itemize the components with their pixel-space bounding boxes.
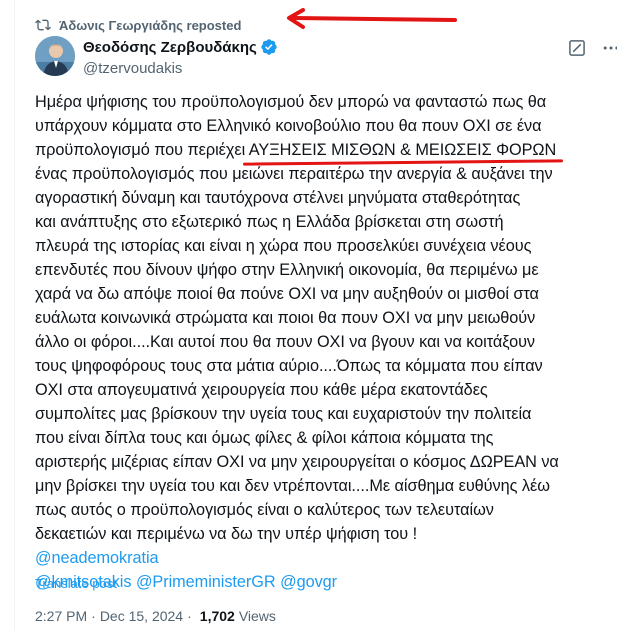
translate-post-link[interactable]: Translate post bbox=[35, 576, 117, 591]
author-name[interactable]: Θεοδόσης Ζερβουδάκης bbox=[83, 39, 257, 56]
post-text-line: πως αυτός ο προϋπολογισμός είναι ο καλύτ… bbox=[35, 501, 494, 519]
post-text-line: ένας προϋπολογισμός που μειώνει περαιτέρ… bbox=[35, 165, 553, 183]
views-label: Views bbox=[238, 608, 276, 624]
repost-icon bbox=[35, 19, 51, 31]
post-text-line: αριστερής μιζέριας είπαν ΟΧΙ να μην χειρ… bbox=[35, 453, 559, 471]
post-text: Ημέρα ψήφισης του προϋπολογισμού δεν μπο… bbox=[35, 90, 605, 594]
post-text-line: δεκαετιών και περιμένω να δω την υπέρ ψή… bbox=[35, 525, 418, 543]
more-options-icon[interactable] bbox=[601, 38, 617, 58]
post-text-line: ευάλωτα κοινωνικά στρώματα και ποιοι θα … bbox=[35, 309, 536, 327]
grok-icon[interactable] bbox=[567, 38, 587, 58]
post-metadata: 2:27 PM · Dec 15, 2024 · 1,702 Views bbox=[35, 608, 276, 624]
post-text-line: που είναι δίπλα τους και όμως φίλες & φί… bbox=[35, 429, 494, 447]
repost-label[interactable]: Άδωνις Γεωργιάδης reposted bbox=[59, 18, 241, 33]
post-text-line: @kmitsotakis @PrimeministerGR @govgr bbox=[35, 570, 605, 594]
post-date[interactable]: Dec 15, 2024 bbox=[100, 608, 183, 624]
verified-badge-icon[interactable] bbox=[260, 38, 278, 56]
post-text-line: μην βρίσκει την υγεία του και δεν ντρέπο… bbox=[35, 477, 550, 495]
post-card[interactable]: Άδωνις Γεωργιάδης reposted Θεοδόσης Ζερβ… bbox=[14, 0, 617, 630]
underlined-highlight: ΑΥΞΗΣΕΙΣ ΜΙΣΘΩΝ & ΜΕΙΩΣΕΙΣ ΦΟΡΩΝ bbox=[248, 141, 557, 159]
post-text-line: χαρά να δω απόψε ποιοί θα πούνε ΟΧΙ να μ… bbox=[35, 285, 539, 303]
avatar-photo bbox=[35, 36, 75, 76]
mention-link[interactable]: @neademokratia bbox=[35, 549, 159, 567]
meta-separator: · bbox=[91, 608, 96, 624]
post-text-line: αγοραστική δύναμη και ταυτόχρονα στέλνει… bbox=[35, 189, 521, 207]
post-text-line: προϋπολογισμό που περιέχει ΑΥΞΗΣΕΙΣ ΜΙΣΘ… bbox=[35, 138, 605, 162]
mention-link[interactable]: @govgr bbox=[280, 573, 337, 591]
post-text-line: @neademokratia bbox=[35, 546, 605, 570]
post-text-line: συμπολίτες μας βρίσκουν την υγεία τους κ… bbox=[35, 405, 532, 423]
post-text-line: ΟΧΙ στα απογευματινά χειρουργεία που κάθ… bbox=[35, 381, 488, 399]
post-text-fragment: προϋπολογισμό που περιέχει bbox=[35, 141, 249, 159]
post-text-line: τους ψηφοφόρους τους στα μάτια αύριο....… bbox=[35, 357, 543, 375]
meta-separator: · bbox=[187, 608, 192, 624]
red-arrow-annotation bbox=[287, 8, 457, 29]
views-count: 1,702 bbox=[199, 608, 235, 624]
post-text-line: άλλο οι φόροι....Και αυτοί που θα πουν Ο… bbox=[35, 333, 536, 351]
author-handle[interactable]: @tzervoudakis bbox=[83, 60, 182, 77]
post-text-line: και ανάπτυξης στο εξωτερικό πως η Ελλάδα… bbox=[35, 213, 504, 231]
post-text-line: Ημέρα ψήφισης του προϋπολογισμού δεν μπο… bbox=[35, 93, 547, 111]
post-text-line: υπάρχουν κόμματα στο Ελληνικό κοινοβούλι… bbox=[35, 117, 542, 135]
post-text-line: πλευρά της ιστορίας και είναι η χώρα που… bbox=[35, 237, 532, 255]
mention-link[interactable]: @PrimeministerGR bbox=[136, 573, 276, 591]
avatar[interactable] bbox=[35, 36, 75, 76]
repost-context[interactable]: Άδωνις Γεωργιάδης reposted bbox=[35, 16, 241, 34]
post-text-line: επενδυτές που δίνουν ψήφο στην Ελληνική … bbox=[35, 261, 539, 279]
post-time[interactable]: 2:27 PM bbox=[35, 608, 87, 624]
